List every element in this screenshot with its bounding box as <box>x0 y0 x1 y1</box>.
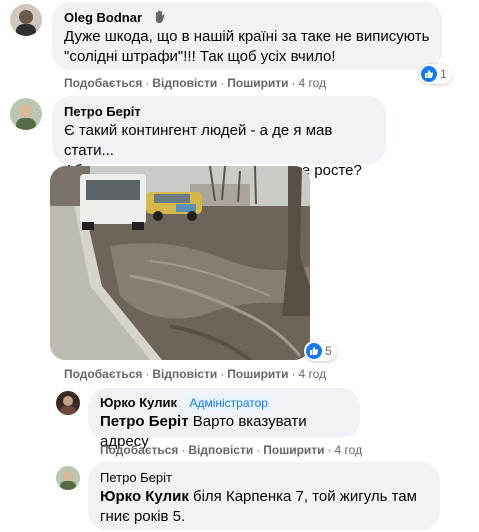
comment-photo[interactable] <box>50 166 310 360</box>
admin-badge: Адміністратор <box>185 395 272 411</box>
comment-actions: Подобається · Відповісти · Поширити · 4 год <box>64 367 326 381</box>
separator: · <box>291 76 296 90</box>
avatar[interactable] <box>10 98 42 130</box>
comment-author[interactable]: Петро Беріт <box>64 104 141 119</box>
mention-link[interactable]: Юрко Кулик <box>100 488 189 505</box>
like-icon <box>421 66 437 82</box>
like-button[interactable]: Подобається <box>64 76 142 90</box>
separator: · <box>145 76 150 90</box>
mention-link[interactable]: Петро Беріт <box>100 413 189 430</box>
reply-button[interactable]: Відповісти <box>188 443 253 457</box>
separator: · <box>256 443 261 457</box>
avatar[interactable] <box>10 4 42 36</box>
comment-text-body: біля Карпенка 7, той жигуль там <box>193 488 417 505</box>
comment-bubble: Юрко Кулик Адміністратор Петро Беріт Вар… <box>88 388 360 450</box>
comment-time[interactable]: 4 год <box>299 76 327 90</box>
separator: · <box>291 367 296 381</box>
avatar[interactable] <box>56 466 80 490</box>
comment-bubble: Oleg Bodnar Дуже шкода, що в нашій країн… <box>52 2 442 70</box>
comment-text: гниє років 5. <box>100 508 186 525</box>
comment-bubble: Петро Беріт Юрко Кулик біля Карпенка 7, … <box>88 462 440 530</box>
avatar[interactable] <box>56 391 80 415</box>
separator: · <box>181 443 186 457</box>
comment-actions: Подобається · Відповісти · Поширити · 4 год <box>100 443 362 457</box>
comment-text: Є такий контингент людей - а де я мав ст… <box>64 122 333 159</box>
comment-text: Юрко Кулик біля Карпенка 7, той жигуль т… <box>100 487 428 507</box>
comment-author[interactable]: Oleg Bodnar <box>64 10 142 25</box>
comment-time[interactable]: 4 год <box>299 367 327 381</box>
comment-author[interactable]: Юрко Кулик <box>100 395 177 410</box>
like-button[interactable]: Подобається <box>100 443 178 457</box>
comment-time[interactable]: 4 год <box>335 443 363 457</box>
share-button[interactable]: Поширити <box>227 76 288 90</box>
reaction-count[interactable]: 5 <box>304 341 337 361</box>
separator: · <box>220 367 225 381</box>
separator: · <box>145 367 150 381</box>
comment-text: "солідні штрафи"!!! Так щоб усіх вчило! <box>64 48 336 65</box>
comment-author[interactable]: Петро Беріт <box>100 470 172 485</box>
reply-button[interactable]: Відповісти <box>152 367 217 381</box>
share-button[interactable]: Поширити <box>227 367 288 381</box>
comment-actions: Подобається · Відповісти · Поширити · 4 год <box>64 76 326 90</box>
separator: · <box>220 76 225 90</box>
reply-button[interactable]: Відповісти <box>152 76 217 90</box>
like-button[interactable]: Подобається <box>64 367 142 381</box>
share-button[interactable]: Поширити <box>263 443 324 457</box>
reaction-count[interactable]: 1 <box>419 64 452 84</box>
like-icon <box>306 343 322 359</box>
comment-bubble: Петро Беріт Є такий контингент людей - а… <box>52 96 386 179</box>
reaction-number: 5 <box>325 344 332 358</box>
reaction-number: 1 <box>440 67 447 81</box>
separator: · <box>327 443 332 457</box>
comment-text: Дуже шкода, що в нашій країні за таке не… <box>64 28 430 45</box>
